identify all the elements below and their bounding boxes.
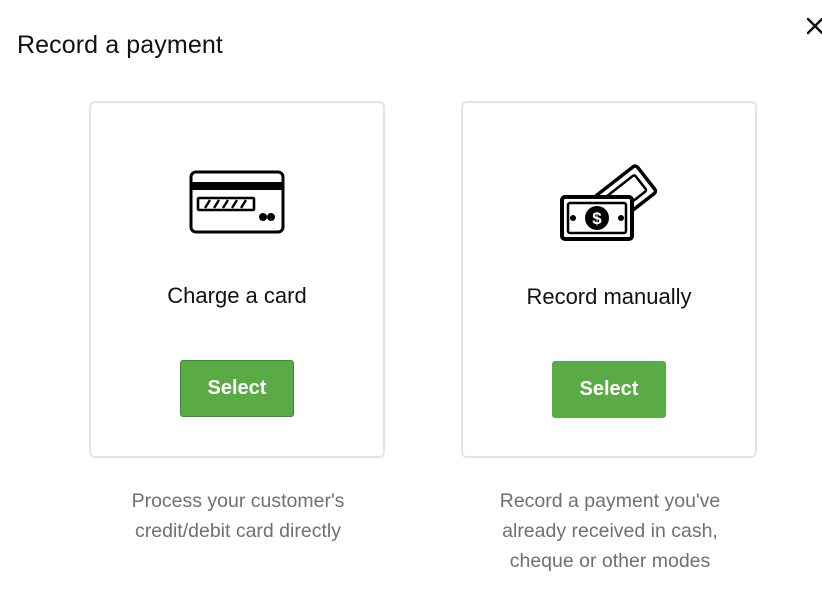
charge-card-label: Charge a card — [167, 283, 307, 308]
description-line: Process your customer's — [131, 490, 345, 512]
charge-card-select-button[interactable]: Select — [180, 360, 294, 417]
record-payment-modal: Record a payment Charge a card Select $ … — [0, 0, 822, 610]
cash-icon: $ — [560, 164, 658, 241]
charge-card-option[interactable]: Charge a card Select — [89, 101, 385, 458]
description-line: credit/debit card directly — [135, 520, 341, 542]
credit-card-icon — [189, 170, 285, 234]
record-manually-option[interactable]: $ Record manually Select — [461, 101, 757, 458]
record-manually-label: Record manually — [526, 284, 692, 309]
description-line: cheque or other modes — [509, 550, 711, 572]
charge-card-description: Process your customer's credit/debit car… — [78, 486, 398, 546]
description-line: already received in cash, — [502, 520, 718, 542]
record-manually-select-button[interactable]: Select — [552, 361, 666, 418]
close-icon[interactable] — [803, 14, 822, 38]
modal-title: Record a payment — [17, 31, 223, 59]
svg-text:$: $ — [592, 209, 602, 228]
record-manually-description: Record a payment you've already received… — [450, 486, 770, 576]
description-line: Record a payment you've — [499, 490, 721, 512]
